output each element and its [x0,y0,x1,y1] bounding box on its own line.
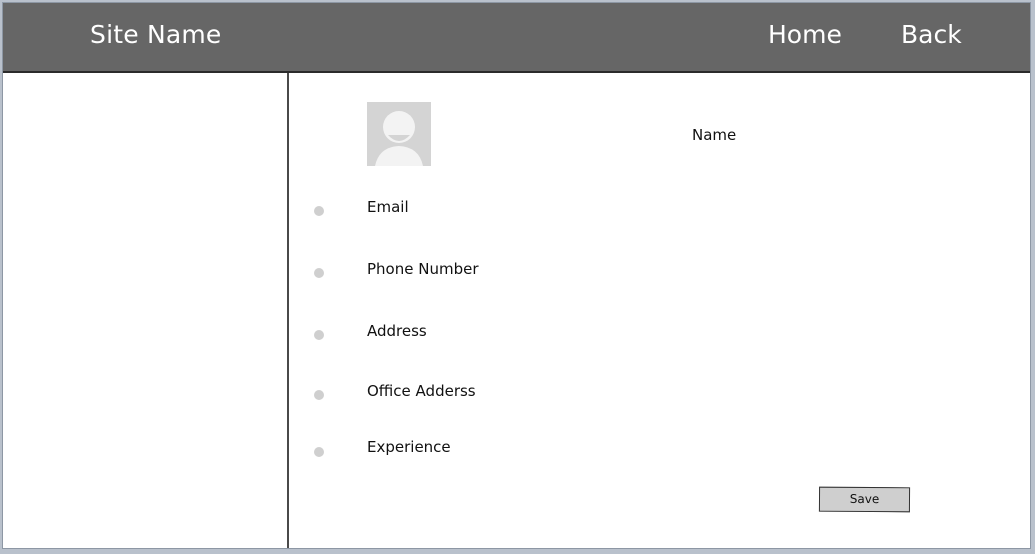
top-header: Site Name Home Back [3,3,1030,73]
save-button[interactable]: Save [818,486,911,513]
bullet-dot-icon [314,330,324,340]
nav-back-link[interactable]: Back [901,20,962,49]
office-address-field-label: Office Adderss [367,382,476,400]
nav-home-link[interactable]: Home [768,20,842,49]
app-window: Site Name Home Back [2,2,1031,549]
address-field-label: Address [367,322,427,340]
bullet-dot-icon [314,390,324,400]
email-field-label: Email [367,198,409,216]
experience-field-label: Experience [367,438,451,456]
bullet-dot-icon [314,447,324,457]
bullet-dot-icon [314,268,324,278]
name-field-label: Name [692,126,737,144]
sidebar [3,73,289,548]
phone-field-label: Phone Number [367,260,479,278]
user-placeholder-icon [367,102,431,166]
avatar[interactable] [367,102,431,166]
site-name[interactable]: Site Name [90,20,222,49]
bullet-dot-icon [314,206,324,216]
